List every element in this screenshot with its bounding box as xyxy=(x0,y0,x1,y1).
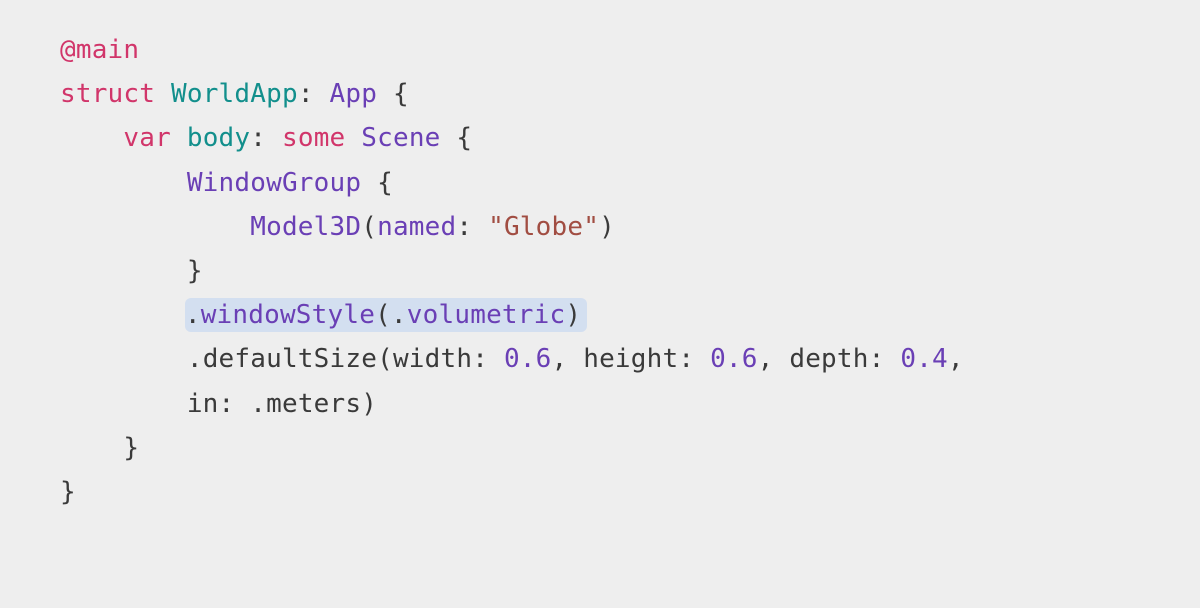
string-globe: "Globe" xyxy=(488,212,599,242)
punct-colon: : xyxy=(678,344,710,374)
punct-colon: : xyxy=(250,123,282,153)
method-defaultsize: defaultSize xyxy=(203,344,377,374)
keyword-some: some xyxy=(282,123,345,153)
arg-label-height: height xyxy=(583,344,678,374)
punct-dot: . xyxy=(185,300,201,330)
keyword-var: var xyxy=(123,123,171,153)
punct-brace-open: { xyxy=(441,123,473,153)
type-scene: Scene xyxy=(361,123,440,153)
type-windowgroup: WindowGroup xyxy=(187,168,361,198)
highlighted-line: .windowStyle(.volumetric) xyxy=(185,298,587,332)
punct-colon: : . xyxy=(219,389,267,419)
punct-paren-close: ) xyxy=(361,389,377,419)
number-width: 0.6 xyxy=(504,344,552,374)
punct-colon: : xyxy=(456,212,488,242)
arg-label-width: width xyxy=(393,344,472,374)
punct-paren-open: ( xyxy=(361,212,377,242)
punct-brace-close: } xyxy=(60,477,76,507)
punct-comma: , xyxy=(948,344,964,374)
enum-meters: meters xyxy=(266,389,361,419)
punct-paren-close: ) xyxy=(565,300,581,330)
punct-comma: , xyxy=(552,344,584,374)
punct-dot: . xyxy=(187,344,203,374)
number-depth: 0.4 xyxy=(900,344,948,374)
arg-label-depth: depth xyxy=(789,344,868,374)
punct-brace-open: { xyxy=(377,79,409,109)
punct-comma: , xyxy=(758,344,790,374)
arg-label-named: named xyxy=(377,212,456,242)
number-height: 0.6 xyxy=(710,344,758,374)
punct-colon: : xyxy=(472,344,504,374)
attribute-main: @main xyxy=(60,35,139,65)
type-worldapp: WorldApp xyxy=(171,79,298,109)
method-windowstyle: windowStyle xyxy=(201,300,375,330)
punct-brace-close: } xyxy=(187,256,203,286)
punct-paren-close: ) xyxy=(599,212,615,242)
punct-paren-open: (. xyxy=(375,300,407,330)
punct-colon: : xyxy=(869,344,901,374)
punct-colon: : xyxy=(298,79,330,109)
keyword-struct: struct xyxy=(60,79,155,109)
enum-volumetric: volumetric xyxy=(407,300,566,330)
punct-brace-close: } xyxy=(123,433,139,463)
type-app: App xyxy=(330,79,378,109)
code-block: @main struct WorldApp: App { var body: s… xyxy=(0,0,1200,542)
type-model3d: Model3D xyxy=(250,212,361,242)
punct-brace-open: { xyxy=(361,168,393,198)
identifier-body: body xyxy=(187,123,250,153)
punct-paren-open: ( xyxy=(377,344,393,374)
arg-label-in: in xyxy=(187,389,219,419)
